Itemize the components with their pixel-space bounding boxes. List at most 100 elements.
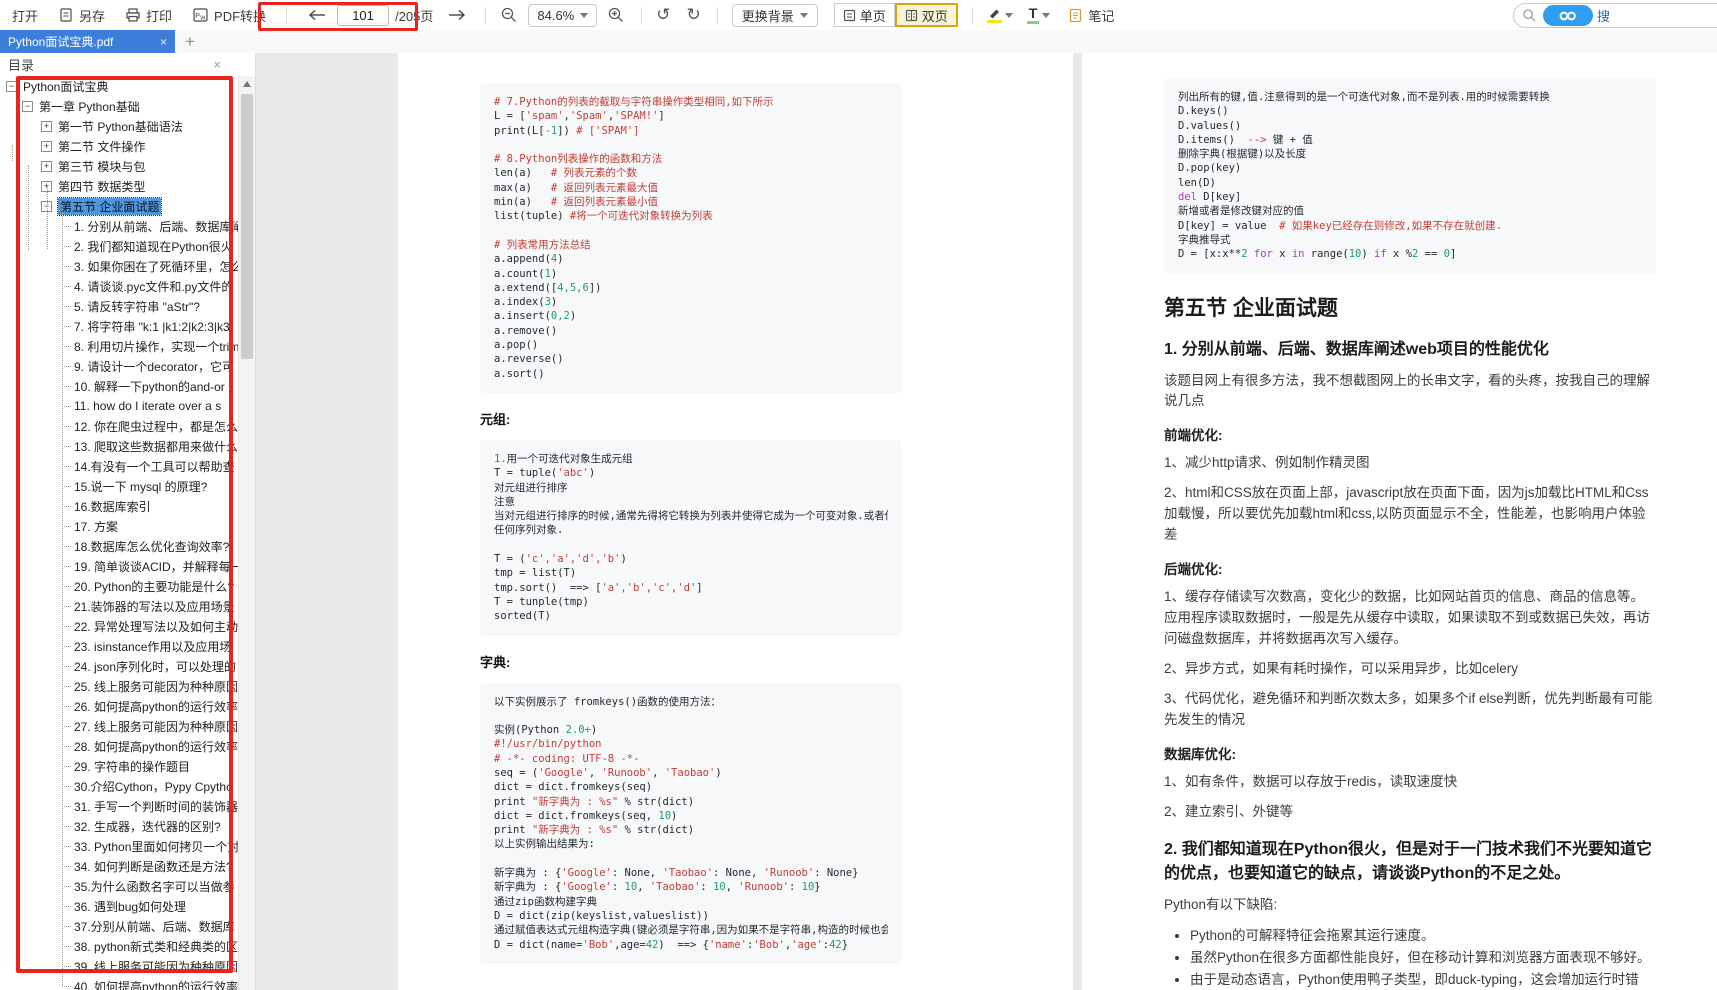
toc-node[interactable]: +第二节 文件操作 xyxy=(0,136,238,156)
toc-item[interactable]: 1. 分别从前端、后端、数据库阐 xyxy=(0,216,238,236)
zoom-out-button[interactable] xyxy=(500,6,518,24)
tree-connector xyxy=(62,306,71,307)
toc-item[interactable]: 13. 爬取这些数据都用来做什么 xyxy=(0,436,238,456)
toc-item[interactable]: 30.介绍Cython，Pypy Cpytho xyxy=(0,776,238,796)
toc-item[interactable]: 14.有没有一个工具可以帮助查 xyxy=(0,456,238,476)
scrollbar-thumb[interactable] xyxy=(241,94,253,359)
toc-label: 4. 请谈谈.pyc文件和.py文件的 xyxy=(74,278,233,295)
toc-item[interactable]: 36. 遇到bug如何处理 xyxy=(0,896,238,916)
toc-item[interactable]: 34. 如何判断是函数还是方法? xyxy=(0,856,238,876)
pdf-convert-button[interactable]: Pw PDF转换 xyxy=(192,6,266,25)
save-as-button[interactable]: 另存 xyxy=(58,6,105,25)
toc-item[interactable]: 10. 解释一下python的and-or xyxy=(0,376,238,396)
new-tab-button[interactable]: + xyxy=(185,33,195,50)
toc-item[interactable]: 25. 线上服务可能因为种种原因 xyxy=(0,676,238,696)
back-arrow-button[interactable] xyxy=(307,8,327,22)
print-button[interactable]: 打印 xyxy=(125,6,172,25)
page-input[interactable] xyxy=(337,5,389,26)
link-button[interactable] xyxy=(1543,5,1593,26)
highlighter-button[interactable] xyxy=(987,7,1013,23)
toc-label: 7. 将字符串 "k:1 |k1:2|k2:3|k3 xyxy=(74,318,230,335)
toc-item[interactable]: 26. 如何提高python的运行效率 xyxy=(0,696,238,716)
notes-button[interactable]: 笔记 xyxy=(1068,6,1114,25)
toc-item[interactable]: 7. 将字符串 "k:1 |k1:2|k2:3|k3 xyxy=(0,316,238,336)
toc-label: 39. 线上服务可能因为种种原因 xyxy=(74,958,238,975)
toc-item[interactable]: 21.装饰器的写法以及应用场景 xyxy=(0,596,238,616)
toc-item[interactable]: 39. 线上服务可能因为种种原因 xyxy=(0,956,238,976)
search-box[interactable]: 搜 xyxy=(1513,3,1717,28)
toc-label: 9. 请设计一个decorator，它可 xyxy=(74,358,234,375)
toc-node[interactable]: −第五节 企业面试题 xyxy=(0,196,238,216)
chevron-down-icon[interactable] xyxy=(1042,13,1050,18)
toc-node[interactable]: +第三节 模块与包 xyxy=(0,156,238,176)
toc-label: 28. 如何提高python的运行效率 xyxy=(74,738,238,755)
text-tool-icon: T xyxy=(1027,6,1040,24)
toc-item[interactable]: 27. 线上服务可能因为种种原因 xyxy=(0,716,238,736)
toc-item[interactable]: 31. 手写一个判断时间的装饰器 xyxy=(0,796,238,816)
close-icon[interactable]: × xyxy=(160,35,167,49)
toc-item[interactable]: 18.数据库怎么优化查询效率? xyxy=(0,536,238,556)
forward-arrow-button[interactable] xyxy=(447,8,467,22)
tree-connector xyxy=(62,286,71,287)
toc-node[interactable]: −第一章 Python基础 xyxy=(0,96,238,116)
toc-item[interactable]: 4. 请谈谈.pyc文件和.py文件的 xyxy=(0,276,238,296)
toc-node[interactable]: +第四节 数据类型 xyxy=(0,176,238,196)
toc-item[interactable]: 9. 请设计一个decorator，它可 xyxy=(0,356,238,376)
zoom-in-button[interactable] xyxy=(607,6,625,24)
toc-item[interactable]: 11. how do I iterate over a s xyxy=(0,396,238,416)
toc-tree: −Python面试宝典−第一章 Python基础+第一节 Python基础语法+… xyxy=(0,76,238,990)
toc-item[interactable]: 20. Python的主要功能是什么? xyxy=(0,576,238,596)
toc-label: 29. 字符串的操作题目 xyxy=(74,758,190,775)
expand-icon[interactable]: + xyxy=(41,121,52,132)
tree-connector xyxy=(62,586,71,587)
toc-item[interactable]: 8. 利用切片操作，实现一个trim xyxy=(0,336,238,356)
toc-item[interactable]: 5. 请反转字符串 "aStr"? xyxy=(0,296,238,316)
double-page-button[interactable]: 双页 xyxy=(895,3,958,27)
toc-item[interactable]: 40. 如何提高python的运行效率 xyxy=(0,976,238,990)
tab-python-interview-pdf[interactable]: Python面试宝典.pdf × xyxy=(0,30,175,53)
toc-item[interactable]: 35.为什么函数名字可以当做参 xyxy=(0,876,238,896)
toc-label: 34. 如何判断是函数还是方法? xyxy=(74,858,233,875)
toc-item[interactable]: 29. 字符串的操作题目 xyxy=(0,756,238,776)
toc-label: 33. Python里面如何拷贝一个对 xyxy=(74,838,238,855)
chevron-down-icon[interactable] xyxy=(1005,13,1013,18)
collapse-icon[interactable]: − xyxy=(22,101,33,112)
toc-item[interactable]: 33. Python里面如何拷贝一个对 xyxy=(0,836,238,856)
scroll-up-icon[interactable] xyxy=(243,81,251,87)
toc-item[interactable]: 22. 异常处理写法以及如何主动 xyxy=(0,616,238,636)
toc-label: 24. json序列化时，可以处理的 xyxy=(74,658,236,675)
toc-item[interactable]: 24. json序列化时，可以处理的 xyxy=(0,656,238,676)
paragraph: 3、代码优化，避免循环和判断次数太多，如果多个if else判断，优先判断最有可… xyxy=(1164,689,1656,731)
sidebar-header: 目录 × xyxy=(0,53,255,76)
sidebar-scrollbar[interactable] xyxy=(238,76,255,990)
text-tool-button[interactable]: T xyxy=(1027,6,1051,24)
open-button[interactable]: 打开 xyxy=(12,6,38,25)
toc-item[interactable]: 32. 生成器，迭代器的区别? xyxy=(0,816,238,836)
toc-item[interactable]: 23. isinstance作用以及应用场 xyxy=(0,636,238,656)
expand-icon[interactable]: + xyxy=(41,141,52,152)
collapse-icon[interactable]: − xyxy=(6,81,17,92)
toc-node[interactable]: −Python面试宝典 xyxy=(0,76,238,96)
toc-item[interactable]: 15.说一下 mysql 的原理? xyxy=(0,476,238,496)
tree-connector xyxy=(62,426,71,427)
toc-node[interactable]: +第一节 Python基础语法 xyxy=(0,116,238,136)
toc-item[interactable]: 28. 如何提高python的运行效率 xyxy=(0,736,238,756)
toc-item[interactable]: 16.数据库索引 xyxy=(0,496,238,516)
tree-connector xyxy=(62,246,71,247)
expand-icon[interactable]: + xyxy=(41,161,52,172)
close-icon[interactable]: × xyxy=(213,57,221,72)
redo-button[interactable]: ↻ xyxy=(687,5,701,25)
toc-item[interactable]: 38. python新式类和经典类的区 xyxy=(0,936,238,956)
toc-item[interactable]: 3. 如果你困在了死循环里，怎么 xyxy=(0,256,238,276)
single-page-button[interactable]: 单页 xyxy=(834,3,895,27)
toc-item[interactable]: 37.分别从前端、后端、数据库 xyxy=(0,916,238,936)
toc-item[interactable]: 19. 简单谈谈ACID，并解释每一 xyxy=(0,556,238,576)
zoom-level-dropdown[interactable]: 84.6% xyxy=(528,4,597,27)
toc-item[interactable]: 17. 方案 xyxy=(0,516,238,536)
change-background-button[interactable]: 更换背景 xyxy=(732,4,818,27)
toc-item[interactable]: 12. 你在爬虫过程中，都是怎么 xyxy=(0,416,238,436)
toolbar-separator xyxy=(286,7,287,24)
tree-connector xyxy=(62,706,71,707)
toc-item[interactable]: 2. 我们都知道现在Python很火 xyxy=(0,236,238,256)
undo-button[interactable]: ↺ xyxy=(656,5,670,25)
